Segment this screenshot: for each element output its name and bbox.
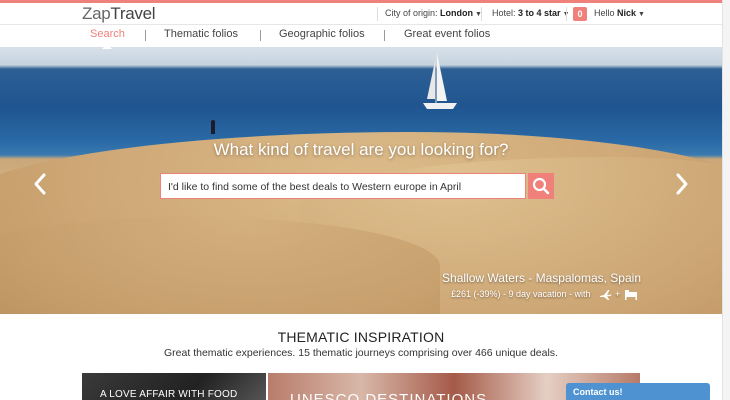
hotel-value: 3 to 4 star <box>518 8 561 18</box>
nav-divider <box>145 30 146 41</box>
destination-caption[interactable]: Shallow Waters - Maspalomas, Spain <box>442 271 641 285</box>
user-name: Nick <box>617 8 637 18</box>
person-silhouette <box>211 120 215 134</box>
next-slide-arrow[interactable] <box>675 172 689 196</box>
active-nav-pointer <box>102 44 112 49</box>
previous-slide-arrow[interactable] <box>33 172 47 196</box>
section-subtitle: Great thematic experiences. 15 thematic … <box>164 347 558 359</box>
page-scrollbar[interactable] <box>722 0 730 400</box>
bed-icon <box>625 290 637 300</box>
header-divider <box>566 7 567 21</box>
nav-great-event-folios[interactable]: Great event folios <box>404 28 490 40</box>
nav-divider <box>260 30 261 41</box>
city-of-origin-selector[interactable]: City of origin: London ▼ <box>385 8 482 18</box>
tile-label: A LOVE AFFAIR WITH FOOD <box>100 389 238 400</box>
deal-summary: £261 (-39%) - 9 day vacation - with <box>451 289 591 299</box>
hero-banner: What kind of travel are you looking for?… <box>0 47 722 314</box>
user-menu[interactable]: Hello Nick ▼ <box>594 8 645 18</box>
search-button[interactable] <box>528 173 554 199</box>
hotel-label: Hotel: <box>492 8 516 18</box>
logo-zap: Zap <box>82 4 111 23</box>
travel-search-input[interactable]: I'd like to find some of the best deals … <box>160 173 526 199</box>
hotel-selector[interactable]: Hotel: 3 to 4 star▼ <box>492 8 570 18</box>
thematic-tile-food[interactable]: A LOVE AFFAIR WITH FOOD <box>82 373 266 400</box>
sailboat-image <box>423 51 457 109</box>
logo-travel: Travel <box>110 4 156 23</box>
nav-divider <box>384 30 385 41</box>
hero-title: What kind of travel are you looking for? <box>213 140 509 159</box>
header-divider <box>481 7 482 21</box>
search-icon <box>532 177 550 195</box>
city-value: London <box>440 8 474 18</box>
contact-us-button[interactable]: Contact us! <box>566 383 710 400</box>
greeting: Hello <box>594 8 615 18</box>
plus-sign: + <box>615 289 621 299</box>
header: ZapTravel City of origin: London ▼ Hotel:… <box>0 3 722 25</box>
tile-label: UNESCO DESTINATIONS <box>290 391 488 400</box>
header-divider <box>377 7 378 21</box>
chevron-down-icon: ▼ <box>638 11 645 18</box>
section-title: THEMATIC INSPIRATION <box>277 329 445 345</box>
nav-search[interactable]: Search <box>90 28 125 40</box>
nav-thematic-folios[interactable]: Thematic folios <box>164 28 238 40</box>
city-label: City of origin: <box>385 8 438 18</box>
nav-geographic-folios[interactable]: Geographic folios <box>279 28 365 40</box>
plane-icon <box>600 290 612 300</box>
logo[interactable]: ZapTravel <box>82 4 156 24</box>
notification-badge[interactable]: 0 <box>573 7 587 21</box>
